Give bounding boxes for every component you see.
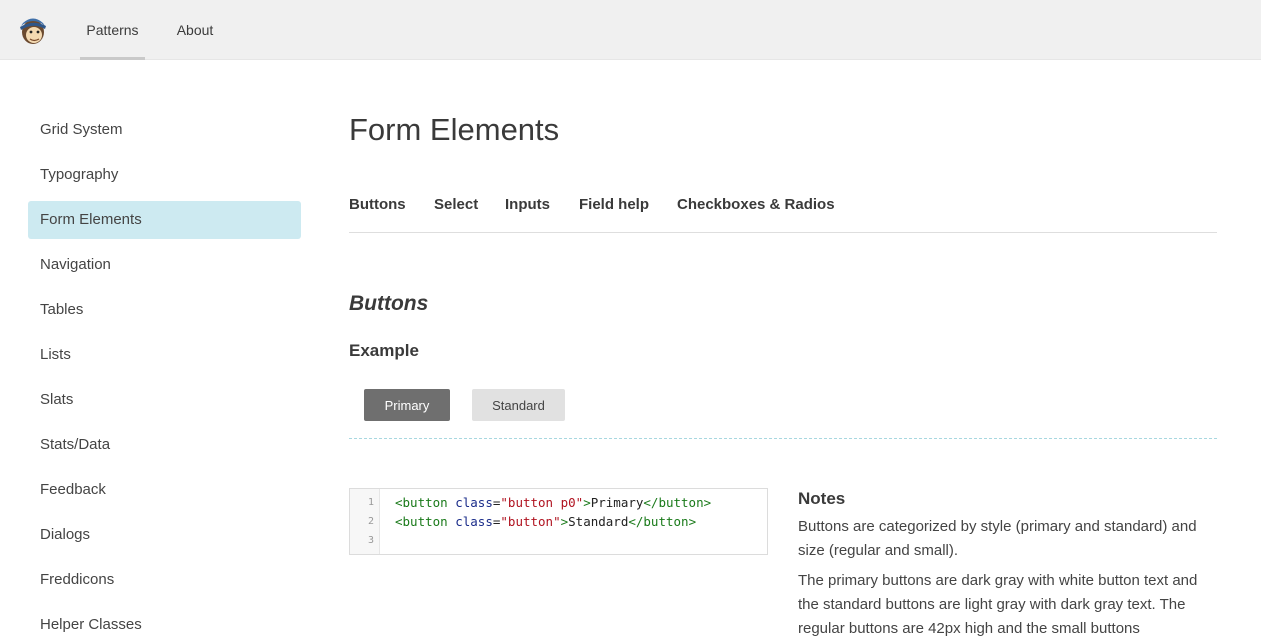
sidebar-item-dialogs[interactable]: Dialogs	[28, 516, 301, 554]
code-attr: class	[455, 514, 493, 529]
primary-button[interactable]: Primary	[364, 389, 450, 421]
sidebar-item-tables[interactable]: Tables	[28, 291, 301, 329]
tab-select[interactable]: Select	[434, 196, 478, 213]
sidebar-item-grid-system[interactable]: Grid System	[28, 111, 301, 149]
code-string: "button p0"	[500, 495, 584, 510]
sidebar-item-freddicons[interactable]: Freddicons	[28, 561, 301, 599]
code-attr: class	[455, 495, 493, 510]
notes-paragraph: Buttons are categorized by style (primar…	[798, 518, 1197, 559]
code-line: <button class="button p0">Primary</butto…	[395, 495, 711, 510]
code-tag: <button	[395, 495, 456, 510]
example-label: Example	[349, 341, 419, 360]
topnav-about[interactable]: About	[169, 0, 221, 60]
topnav-patterns[interactable]: Patterns	[80, 0, 145, 60]
sidebar-item-feedback[interactable]: Feedback	[28, 471, 301, 509]
dashed-divider	[349, 438, 1217, 439]
sidebar-item-slats[interactable]: Slats	[28, 381, 301, 419]
sidebar-item-typography[interactable]: Typography	[28, 156, 301, 194]
code-gutter: 1 2 3	[350, 489, 380, 554]
code-tag: >	[560, 514, 569, 529]
sidebar-item-helper-classes[interactable]: Helper Classes	[28, 606, 301, 642]
sidebar-item-form-elements[interactable]: Form Elements	[28, 201, 301, 239]
section-tabs: Buttons Select Inputs Field help Checkbo…	[349, 192, 1217, 233]
notes-title: Notes	[798, 489, 846, 508]
page-title: Form Elements	[349, 112, 560, 147]
freddie-logo-icon[interactable]	[18, 14, 48, 46]
sidebar-item-lists[interactable]: Lists	[28, 336, 301, 374]
tab-checkboxes-radios[interactable]: Checkboxes & Radios	[677, 196, 835, 213]
tab-inputs[interactable]: Inputs	[505, 196, 550, 213]
code-tag: <button	[395, 514, 456, 529]
code-text: Primary	[590, 495, 644, 510]
tab-field-help[interactable]: Field help	[579, 196, 649, 213]
standard-button[interactable]: Standard	[472, 389, 565, 421]
code-tag: </button>	[643, 495, 712, 510]
sidebar-item-stats-data[interactable]: Stats/Data	[28, 426, 301, 464]
sidebar-item-navigation[interactable]: Navigation	[28, 246, 301, 284]
sidebar: Grid System Typography Form Elements Nav…	[28, 111, 301, 642]
section-heading: Buttons	[349, 292, 429, 315]
top-navigation-bar: Patterns About	[0, 0, 1261, 60]
code-block[interactable]: 1 2 3 <button class="button p0">Primary<…	[349, 488, 768, 555]
notes-paragraph: The primary buttons are dark gray with w…	[798, 572, 1198, 637]
code-tag: >	[583, 495, 591, 510]
code-tag: </button>	[628, 514, 697, 529]
line-number: 1	[367, 497, 374, 508]
code-line: <button class="button">Standard</button>	[395, 514, 696, 529]
line-number: 3	[367, 535, 374, 546]
code-string: "button"	[500, 514, 561, 529]
tab-buttons[interactable]: Buttons	[349, 196, 406, 213]
notes-panel: Notes Buttons are categorized by style (…	[798, 488, 1218, 641]
line-number: 2	[367, 516, 374, 527]
code-text: Standard	[568, 514, 629, 529]
